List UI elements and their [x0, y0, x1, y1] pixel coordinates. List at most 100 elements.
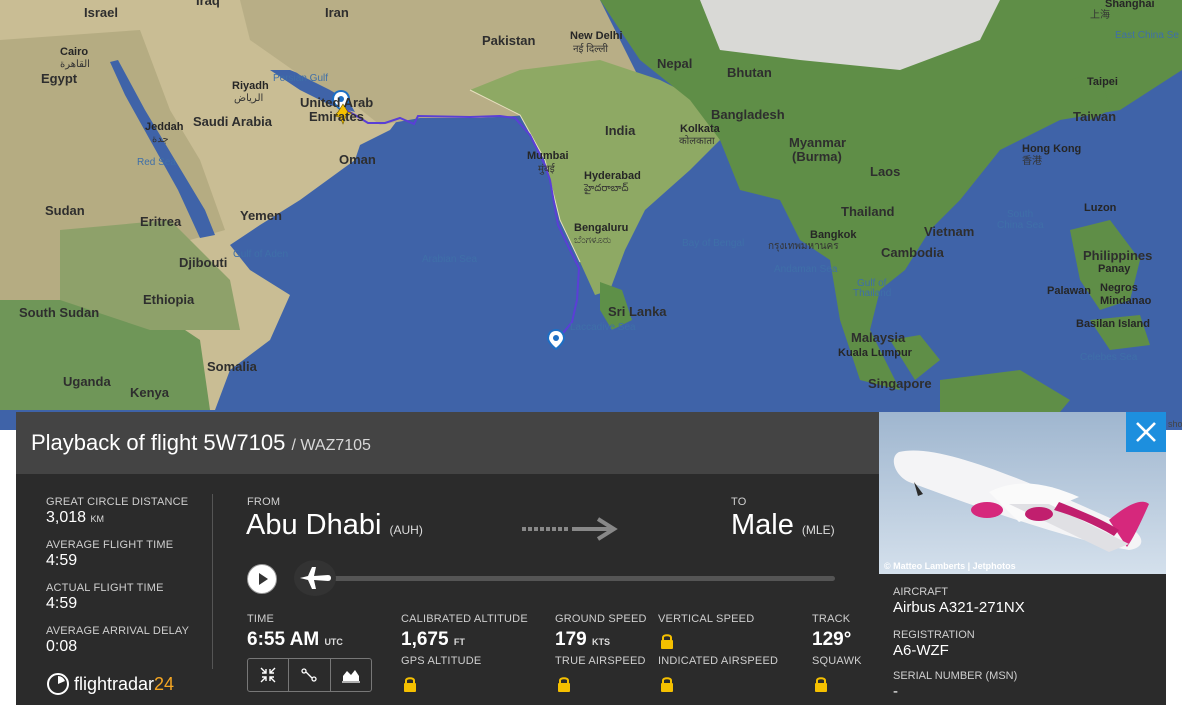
map-label-saudi-arabia: Saudi Arabia — [193, 114, 273, 129]
destination-code: (MLE) — [801, 523, 835, 537]
map-label-yemen: Yemen — [240, 208, 282, 223]
map-label-thailand: Thailand — [841, 204, 895, 219]
to-label: TO — [731, 496, 747, 508]
map-script-cairo: القاهرة — [60, 59, 90, 70]
map-label-pakistan: Pakistan — [482, 33, 536, 48]
close-button[interactable] — [1126, 412, 1166, 452]
avg-arrival-delay-value: 0:08 — [46, 638, 78, 655]
map-city-taipei: Taipei — [1087, 76, 1118, 88]
collapse-button[interactable] — [248, 659, 290, 691]
cal-alt-value: 1,675 FT — [401, 629, 465, 651]
map-script-shanghai: 上海 — [1090, 8, 1110, 21]
aircraft-label: AIRCRAFT — [893, 586, 948, 598]
map-label-south-sudan: South Sudan — [19, 305, 99, 320]
map-label-somalia: Somalia — [207, 359, 258, 374]
route-icon — [301, 668, 318, 682]
map-sea-south: South — [1007, 209, 1033, 220]
flight-callsign: / WAZ7105 — [291, 437, 371, 454]
map-label-israel: Israel — [84, 5, 118, 20]
map-label-mindanao: Mindanao — [1100, 295, 1152, 307]
map-city-mumbai: Mumbai — [527, 150, 569, 162]
map-script-bengaluru: ಬೆಂಗಳೂರು — [574, 235, 611, 246]
playback-panel: Playback of flight 5W7105 / WAZ7105 GREA… — [16, 412, 879, 705]
indicated-airspeed-label: INDICATED AIRSPEED — [658, 655, 779, 667]
map-label-sri-lanka: Sri Lanka — [608, 304, 667, 319]
vertical-speed-label: VERTICAL SPEED — [658, 613, 755, 625]
lock-icon[interactable] — [403, 676, 417, 692]
playback-view-buttons — [247, 658, 372, 692]
map-label-nepal: Nepal — [657, 56, 692, 71]
playback-timeline[interactable] — [316, 576, 835, 581]
map-label-iraq: Iraq — [196, 0, 220, 8]
map-city-hyderabad: Hyderabad — [584, 170, 641, 182]
map-sea-china-sea: China Sea — [997, 220, 1044, 231]
map-sea-celebes-sea: Celebes Sea — [1080, 352, 1138, 363]
time-unit: UTC — [324, 637, 343, 647]
map-label-djibouti: Djibouti — [179, 255, 227, 270]
map-label-negros: Negros — [1100, 282, 1138, 294]
flight-title: Playback of flight 5W7105 — [31, 430, 286, 455]
map-label-panay: Panay — [1098, 263, 1131, 275]
route-arrow-icon — [522, 517, 618, 541]
map-label-ethiopia: Ethiopia — [143, 292, 195, 307]
map-city-cairo: Cairo — [60, 46, 88, 58]
map-city-shanghai: Shanghai — [1105, 0, 1155, 10]
map-script-hong-kong: 香港 — [1022, 155, 1042, 167]
map-label-myanmar: Myanmar — [789, 135, 846, 150]
aircraft-photo[interactable]: © Matteo Lamberts | Jetphotos — [879, 412, 1166, 574]
lock-icon[interactable] — [660, 633, 674, 649]
map-city-new-delhi: New Delhi — [570, 30, 623, 42]
flight-map[interactable]: Israel Iraq Iran Egypt Saudi Arabia Oman… — [0, 0, 1182, 430]
map-city-hong-kong: Hong Kong — [1022, 143, 1081, 155]
play-button[interactable] — [247, 564, 277, 594]
radar-logo-icon — [47, 673, 69, 695]
graph-button[interactable] — [331, 659, 371, 691]
map-label-emirates: Emirates — [309, 109, 364, 124]
lock-icon[interactable] — [814, 676, 828, 692]
timeline-plane-handle[interactable] — [294, 560, 336, 596]
track-value: 129° — [812, 629, 852, 650]
time-number: 6:55 AM — [247, 629, 320, 650]
destination-airport[interactable]: Male (MLE) — [731, 509, 835, 542]
flightradar24-logo[interactable]: flightradar24 — [46, 672, 174, 696]
map-sea-thailand: Thailand — [853, 288, 891, 299]
chart-area-icon — [341, 670, 360, 683]
map-sea-persian-gulf: Persian Gulf — [273, 73, 328, 84]
great-circle-label: GREAT CIRCLE DISTANCE — [46, 496, 189, 508]
map-label-palawan: Palawan — [1047, 285, 1091, 297]
map-city-singapore: Singapore — [868, 376, 932, 391]
map-label-basilan-island: Basilan Island — [1076, 318, 1150, 330]
lock-icon[interactable] — [660, 676, 674, 692]
play-icon — [259, 573, 268, 585]
cal-alt-unit: FT — [453, 637, 465, 647]
lock-icon[interactable] — [557, 676, 571, 692]
logo-text: flightradar24 — [74, 674, 174, 695]
cal-alt-label: CALIBRATED ALTITUDE — [401, 613, 528, 625]
map-script-jeddah: جدة — [152, 134, 169, 145]
origin-airport[interactable]: Abu Dhabi (AUH) — [246, 509, 423, 542]
map-label-burma: (Burma) — [792, 149, 842, 164]
aircraft-photo-image — [879, 412, 1166, 574]
map-script-hyderabad: హైదరాబాద్ — [583, 182, 629, 195]
origin-city: Abu Dhabi — [246, 509, 382, 541]
ground-speed-label: GROUND SPEED — [555, 613, 647, 625]
great-circle-number: 3,018 — [46, 509, 87, 526]
map-label-bhutan: Bhutan — [727, 65, 772, 80]
map-label-uganda: Uganda — [63, 374, 111, 389]
map-label-united-arab: United Arab — [300, 95, 373, 110]
map-city-bengaluru: Bengaluru — [574, 222, 628, 234]
map-city-kolkata: Kolkata — [680, 123, 721, 135]
aircraft-value: Airbus A321-271NX — [893, 599, 1025, 616]
map-label-cambodia: Cambodia — [881, 245, 945, 260]
great-circle-value: 3,018 KM — [46, 509, 104, 527]
divider — [212, 494, 213, 669]
from-label: FROM — [247, 496, 281, 508]
map-city-riyadh: Riyadh — [232, 80, 269, 92]
photo-credit[interactable]: © Matteo Lamberts | Jetphotos — [884, 561, 1016, 571]
collapse-arrows-icon — [260, 667, 276, 683]
route-button[interactable] — [289, 659, 331, 691]
map-sea-laccadive-sea: Laccadive Sea — [570, 322, 636, 333]
panel-title: Playback of flight 5W7105 / WAZ7105 — [31, 430, 371, 456]
map-sea-east-china-sea: East China Se — [1115, 30, 1179, 41]
map-sea-bay-of-bengal: Bay of Bengal — [682, 238, 744, 249]
